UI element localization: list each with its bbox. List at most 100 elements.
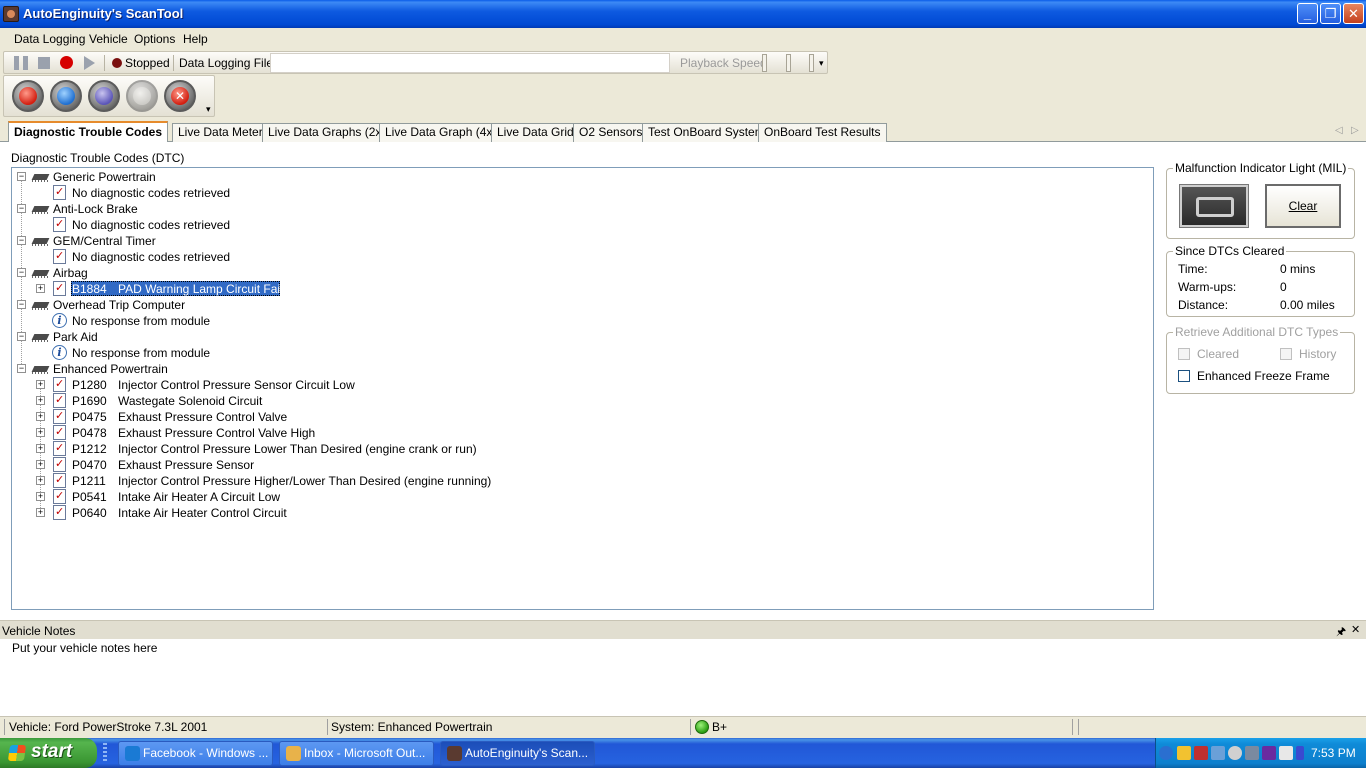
taskbar-item-outlook[interactable]: Inbox - Microsoft Out... [279,741,434,766]
dtc-report-icon [53,488,66,504]
tray-mail-icon[interactable] [1177,746,1191,760]
pause-icon[interactable] [14,56,28,70]
enhanced-freeze-frame-checkbox[interactable] [1178,370,1190,382]
minimize-button[interactable]: _ [1297,3,1318,24]
tray-expand-icon[interactable] [1159,746,1173,760]
playback-speed-slider[interactable] [762,54,814,72]
dtc-code: P1690 [72,394,107,408]
tree-node-dtc[interactable]: + P0470 Exhaust Pressure Sensor [12,456,612,473]
app-icon[interactable] [3,6,19,22]
expand-icon[interactable]: + [36,492,45,501]
tray-volume-icon[interactable] [1228,746,1242,760]
tray-app-icon[interactable] [1262,746,1276,760]
collapse-icon[interactable]: − [17,204,26,213]
expand-icon[interactable]: + [36,412,45,421]
tree-node-generic-powertrain[interactable]: − Generic Powertrain [12,169,412,185]
menu-options[interactable]: Options [134,32,175,46]
disconnect-button[interactable]: ✕ [164,80,196,112]
toolbar-overflow-icon[interactable]: ▾ [819,56,826,70]
connect-button[interactable] [12,80,44,112]
tray-network-icon[interactable] [1211,746,1225,760]
tree-node-dtc[interactable]: + P0475 Exhaust Pressure Control Valve [12,408,612,425]
taskbar-item-scantool[interactable]: AutoEnginuity's Scan... [440,741,595,766]
collapse-icon[interactable]: − [17,268,26,277]
tree-node-anti-lock-brake[interactable]: − Anti-Lock Brake [12,201,412,217]
tree-node-message[interactable]: i No response from module [12,313,412,329]
history-checkbox[interactable] [1280,348,1292,360]
title-bar[interactable]: AutoEnginuity's ScanTool _ ❐ ✕ [0,0,1366,28]
tree-node-enhanced-powertrain[interactable]: − Enhanced Powertrain [12,361,412,377]
tree-node-dtc-selected[interactable]: + B1884 PAD Warning Lamp Circuit Failure [12,280,412,297]
tab-o2-sensors[interactable]: O2 Sensors [573,123,649,142]
dtc-code: P0640 [72,506,107,520]
collapse-icon[interactable]: − [17,300,26,309]
system-tray: 7:53 PM [1155,738,1366,768]
tab-test-onboard-system[interactable]: Test OnBoard System [642,123,771,142]
expand-icon[interactable]: + [36,476,45,485]
collapse-icon[interactable]: − [17,172,26,181]
collapse-icon[interactable]: − [17,236,26,245]
tray-security-icon[interactable] [1194,746,1208,760]
tab-scroll-left-icon[interactable]: ◁ [1335,125,1343,136]
expand-icon[interactable]: + [36,444,45,453]
tree-node-park-aid[interactable]: − Park Aid [12,329,412,345]
tab-live-data-graphs-2x[interactable]: Live Data Graphs (2x) [262,123,392,142]
collapse-icon[interactable]: − [17,364,26,373]
expand-icon[interactable]: + [36,380,45,389]
expand-icon[interactable]: + [36,284,45,293]
cleared-checkbox[interactable] [1178,348,1190,360]
toolbar-overflow-icon[interactable]: ▾ [206,102,213,116]
menu-vehicle[interactable]: Vehicle [89,32,128,46]
tray-device-icon[interactable] [1279,746,1293,760]
tab-live-data-meter[interactable]: Live Data Meter [172,123,269,142]
status-bar: Vehicle: Ford PowerStroke 7.3L 2001 Syst… [0,716,1366,738]
start-button[interactable]: start [0,738,97,768]
taskbar-item-facebook[interactable]: Facebook - Windows ... [118,741,273,766]
vehicle-notes-area[interactable]: Put your vehicle notes here [0,639,1366,716]
menu-help[interactable]: Help [183,32,208,46]
tree-node-message[interactable]: No diagnostic codes retrieved [12,216,412,233]
close-notes-icon[interactable]: ✕ [1351,623,1360,636]
tab-live-data-graph-4x[interactable]: Live Data Graph (4x) [379,123,503,142]
data-logging-file-field[interactable] [270,53,670,73]
tray-display-icon[interactable] [1245,746,1259,760]
tree-node-message[interactable]: i No response from module [12,345,412,361]
tree-node-gem-central-timer[interactable]: − GEM/Central Timer [12,233,412,249]
clear-dtc-button[interactable]: Clear [1265,184,1341,228]
play-icon[interactable] [84,56,95,70]
collapse-icon[interactable]: − [17,332,26,341]
module-label: Generic Powertrain [53,170,156,184]
tree-node-airbag[interactable]: − Airbag [12,265,412,281]
expand-icon[interactable]: + [36,460,45,469]
tree-node-dtc[interactable]: + P1280 Injector Control Pressure Sensor… [12,376,612,393]
tab-scroll-right-icon[interactable]: ▷ [1351,125,1359,136]
refresh-button[interactable] [50,80,82,112]
record-icon[interactable] [60,56,73,69]
tree-node-dtc[interactable]: + P1211 Injector Control Pressure Higher… [12,472,612,489]
taskbar-clock[interactable]: 7:53 PM [1311,746,1356,760]
restore-button[interactable]: ❐ [1320,3,1341,24]
menu-data-logging[interactable]: Data Logging [14,32,85,46]
expand-icon[interactable]: + [36,508,45,517]
tree-node-dtc[interactable]: + P0541 Intake Air Heater A Circuit Low [12,488,612,505]
cycle-button[interactable] [88,80,120,112]
tree-node-dtc[interactable]: + P1212 Injector Control Pressure Lower … [12,440,612,457]
tree-node-message[interactable]: No diagnostic codes retrieved [12,248,412,265]
taskbar-grip[interactable] [103,743,107,763]
close-button[interactable]: ✕ [1343,3,1364,24]
tree-node-dtc[interactable]: + P1690 Wastegate Solenoid Circuit [12,392,612,409]
tray-battery-icon[interactable] [1296,746,1304,760]
tab-live-data-grid[interactable]: Live Data Grid [491,123,580,142]
expand-icon[interactable]: + [36,396,45,405]
expand-icon[interactable]: + [36,428,45,437]
tab-diagnostic-trouble-codes[interactable]: Diagnostic Trouble Codes [8,121,169,143]
tree-node-dtc[interactable]: + P0640 Intake Air Heater Control Circui… [12,504,612,521]
pause-scan-button[interactable] [126,80,158,112]
tree-node-dtc[interactable]: + P0478 Exhaust Pressure Control Valve H… [12,424,612,441]
stop-icon[interactable] [38,57,50,69]
tree-node-message[interactable]: No diagnostic codes retrieved [12,184,412,201]
dtc-report-icon [53,440,66,456]
tree-node-overhead-trip-computer[interactable]: − Overhead Trip Computer [12,297,412,313]
tab-onboard-test-results[interactable]: OnBoard Test Results [758,123,887,142]
dtc-tree[interactable]: − Generic Powertrain No diagnostic codes… [11,167,1154,610]
